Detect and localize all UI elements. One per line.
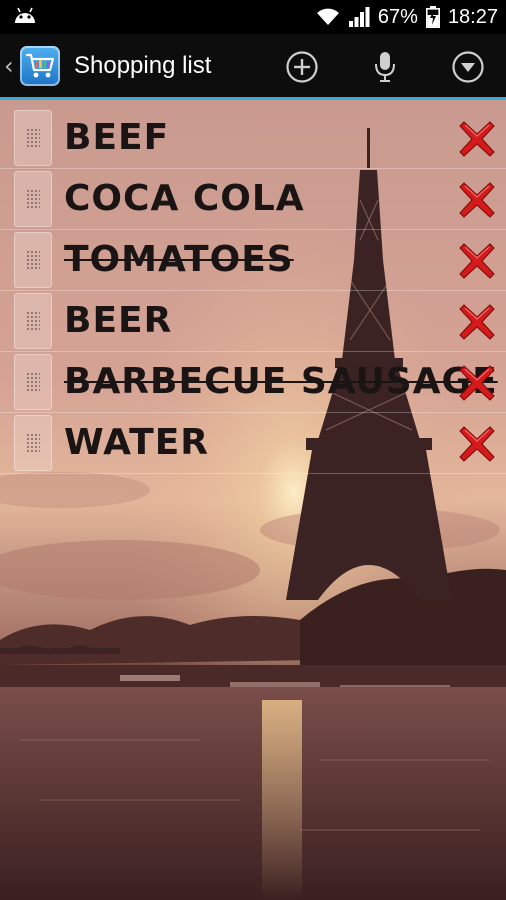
item-label[interactable]: COCA COLA: [64, 177, 305, 221]
item-label[interactable]: TOMATOES: [64, 238, 294, 282]
delete-x-icon[interactable]: [458, 425, 496, 463]
battery-percent: 67%: [377, 5, 418, 28]
grip-icon: [26, 372, 40, 392]
add-circle-icon: [286, 51, 318, 83]
up-chevron-icon[interactable]: ‹: [4, 52, 16, 80]
grip-icon: [26, 311, 40, 331]
item-label[interactable]: BEER: [64, 299, 172, 343]
grip-icon: [26, 128, 40, 148]
delete-x-icon[interactable]: [458, 303, 496, 341]
battery-charging-icon: [425, 6, 440, 28]
drag-handle[interactable]: [14, 293, 52, 349]
shopping-cart-app-icon[interactable]: [20, 45, 60, 86]
drag-handle[interactable]: [14, 171, 52, 227]
grip-icon: [26, 433, 40, 453]
drag-handle[interactable]: [14, 415, 52, 471]
signal-icon: [348, 7, 370, 27]
microphone-icon: [375, 52, 395, 82]
grip-icon: [26, 189, 40, 209]
item-label[interactable]: BARBECUE SAUSAGE: [64, 360, 498, 404]
wifi-icon: [316, 8, 340, 26]
action-bar: ‹ Shopping list: [0, 34, 506, 100]
drag-handle[interactable]: [14, 232, 52, 288]
delete-x-icon[interactable]: [458, 364, 496, 402]
page-title: Shopping list: [74, 51, 212, 79]
list-item[interactable]: BEER: [0, 291, 506, 352]
shopping-list: BEEF COCA COLA TOMATOES BEER BARBECUE SAUSAG…: [0, 108, 506, 474]
delete-x-icon[interactable]: [458, 120, 496, 158]
add-item-button[interactable]: [284, 49, 320, 85]
grip-icon: [26, 250, 40, 270]
delete-x-icon[interactable]: [458, 242, 496, 280]
voice-input-button[interactable]: [367, 49, 403, 85]
delete-x-icon[interactable]: [458, 181, 496, 219]
item-label[interactable]: WATER: [64, 421, 209, 465]
dropdown-circle-icon: [452, 51, 484, 83]
list-item[interactable]: TOMATOES: [0, 230, 506, 291]
item-label[interactable]: BEEF: [64, 116, 169, 160]
android-icon: [12, 5, 38, 30]
list-item[interactable]: COCA COLA: [0, 169, 506, 230]
drag-handle[interactable]: [14, 354, 52, 410]
list-item[interactable]: WATER: [0, 413, 506, 474]
overflow-menu-button[interactable]: [450, 49, 486, 85]
drag-handle[interactable]: [14, 110, 52, 166]
list-item[interactable]: BARBECUE SAUSAGE: [0, 352, 506, 413]
status-bar: 67% 18:27: [0, 0, 506, 34]
list-item[interactable]: BEEF: [0, 108, 506, 169]
clock: 18:27: [447, 5, 498, 28]
